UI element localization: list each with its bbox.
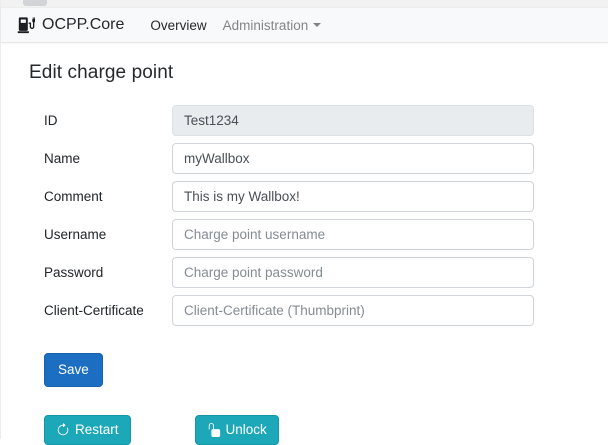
form-row-comment: Comment xyxy=(44,181,580,212)
id-label: ID xyxy=(44,113,172,128)
form-row-username: Username xyxy=(44,219,580,250)
name-field[interactable] xyxy=(172,143,534,174)
name-label: Name xyxy=(44,151,172,166)
password-field[interactable] xyxy=(172,257,534,288)
client-certificate-label: Client-Certificate xyxy=(44,303,172,318)
form-row-client-certificate: Client-Certificate xyxy=(44,295,580,326)
browser-edge-fragment xyxy=(23,0,47,6)
password-label: Password xyxy=(44,265,172,280)
arrow-clockwise-icon xyxy=(56,423,70,437)
unlock-button-label: Unlock xyxy=(226,423,267,437)
nav-item-overview[interactable]: Overview xyxy=(142,12,214,39)
comment-label: Comment xyxy=(44,189,172,204)
edit-charge-point-form: ID Name Comment Username Password Client… xyxy=(29,105,580,326)
unlock-icon xyxy=(207,423,221,437)
navbar-brand-label: OCPP.Core xyxy=(42,16,124,34)
nav-item-administration-label: Administration xyxy=(223,18,309,33)
main-content: Edit charge point ID Name Comment Userna… xyxy=(1,43,608,445)
charging-station-icon xyxy=(17,16,35,34)
navbar: OCPP.Core Overview Administration xyxy=(1,8,608,43)
navbar-brand[interactable]: OCPP.Core xyxy=(17,16,124,34)
restart-button-label: Restart xyxy=(75,423,119,437)
username-label: Username xyxy=(44,227,172,242)
page-title: Edit charge point xyxy=(29,62,580,84)
save-button[interactable]: Save xyxy=(44,353,103,387)
nav-item-overview-label: Overview xyxy=(150,18,206,33)
browser-edge-strip xyxy=(1,0,608,8)
command-buttons: Restart Unlock xyxy=(44,415,580,445)
form-row-id: ID xyxy=(44,105,580,136)
comment-field[interactable] xyxy=(172,181,534,212)
navbar-links: Overview Administration xyxy=(142,12,329,39)
restart-button[interactable]: Restart xyxy=(44,415,131,445)
chevron-down-icon xyxy=(313,23,321,27)
nav-item-administration[interactable]: Administration xyxy=(215,12,330,39)
form-row-name: Name xyxy=(44,143,580,174)
id-field xyxy=(172,105,534,136)
client-certificate-field[interactable] xyxy=(172,295,534,326)
unlock-button[interactable]: Unlock xyxy=(195,415,279,445)
save-button-label: Save xyxy=(58,363,89,377)
form-row-password: Password xyxy=(44,257,580,288)
username-field[interactable] xyxy=(172,219,534,250)
